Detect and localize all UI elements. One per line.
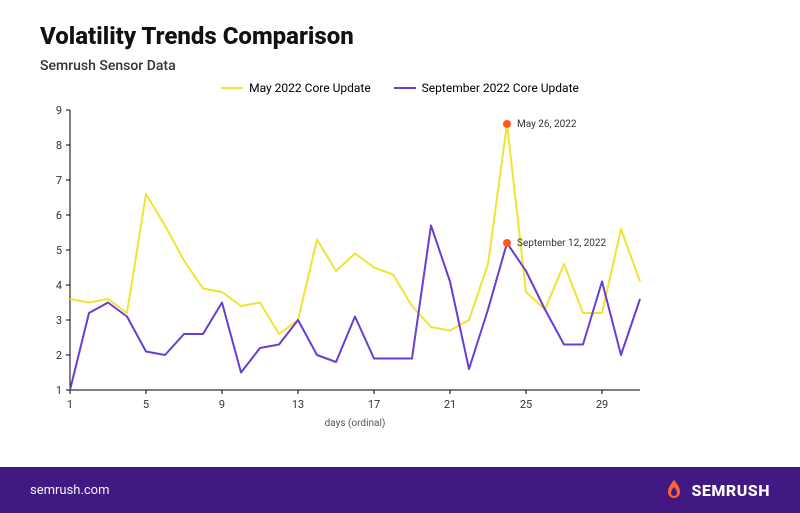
series-line-1 (70, 226, 640, 391)
legend-swatch-may (221, 87, 243, 90)
chart: 1 2 3 4 5 6 7 8 9 1 5 9 13 17 21 25 29 days (ordinal) May … (40, 100, 760, 430)
x-tick-label: 29 (596, 398, 608, 411)
highlight-dot-0 (503, 120, 511, 128)
chart-title: Volatility Trends Comparison (40, 22, 354, 50)
footer-brand: SEMRUSH (691, 481, 770, 500)
x-tick-label: 25 (520, 398, 532, 411)
x-tick-label: 21 (444, 398, 456, 411)
y-tick-label: 9 (56, 104, 62, 117)
legend-swatch-sep (394, 87, 416, 90)
x-tick-label: 9 (219, 398, 225, 411)
legend-label-sep: September 2022 Core Update (422, 81, 579, 95)
chart-subtitle: Semrush Sensor Data (40, 58, 176, 74)
x-tick-label: 13 (292, 398, 304, 411)
x-tick-label: 5 (143, 398, 149, 411)
flame-icon (663, 479, 685, 501)
y-tick-label: 4 (56, 279, 62, 292)
y-tick-label: 1 (56, 384, 62, 397)
legend-item-sep: September 2022 Core Update (394, 81, 579, 95)
x-tick-label: 1 (67, 398, 73, 411)
legend-label-may: May 2022 Core Update (249, 81, 371, 95)
x-tick-label: 17 (368, 398, 380, 411)
footer-logo: SEMRUSH (663, 479, 770, 501)
footer: semrush.com SEMRUSH (0, 467, 800, 513)
series-line-0 (70, 124, 640, 334)
legend: May 2022 Core Update September 2022 Core… (0, 78, 800, 95)
y-tick-label: 8 (56, 139, 62, 152)
footer-url: semrush.com (30, 483, 110, 498)
y-tick-label: 2 (56, 349, 62, 362)
y-tick-label: 3 (56, 314, 62, 327)
legend-item-may: May 2022 Core Update (221, 81, 371, 95)
y-tick-label: 7 (56, 174, 62, 187)
highlight-label-1: September 12, 2022 (517, 238, 607, 249)
highlight-dot-1 (503, 239, 511, 247)
y-tick-label: 6 (56, 209, 62, 222)
y-tick-label: 5 (56, 244, 62, 257)
x-axis-label: days (ordinal) (325, 417, 386, 429)
highlight-label-0: May 26, 2022 (517, 119, 577, 130)
